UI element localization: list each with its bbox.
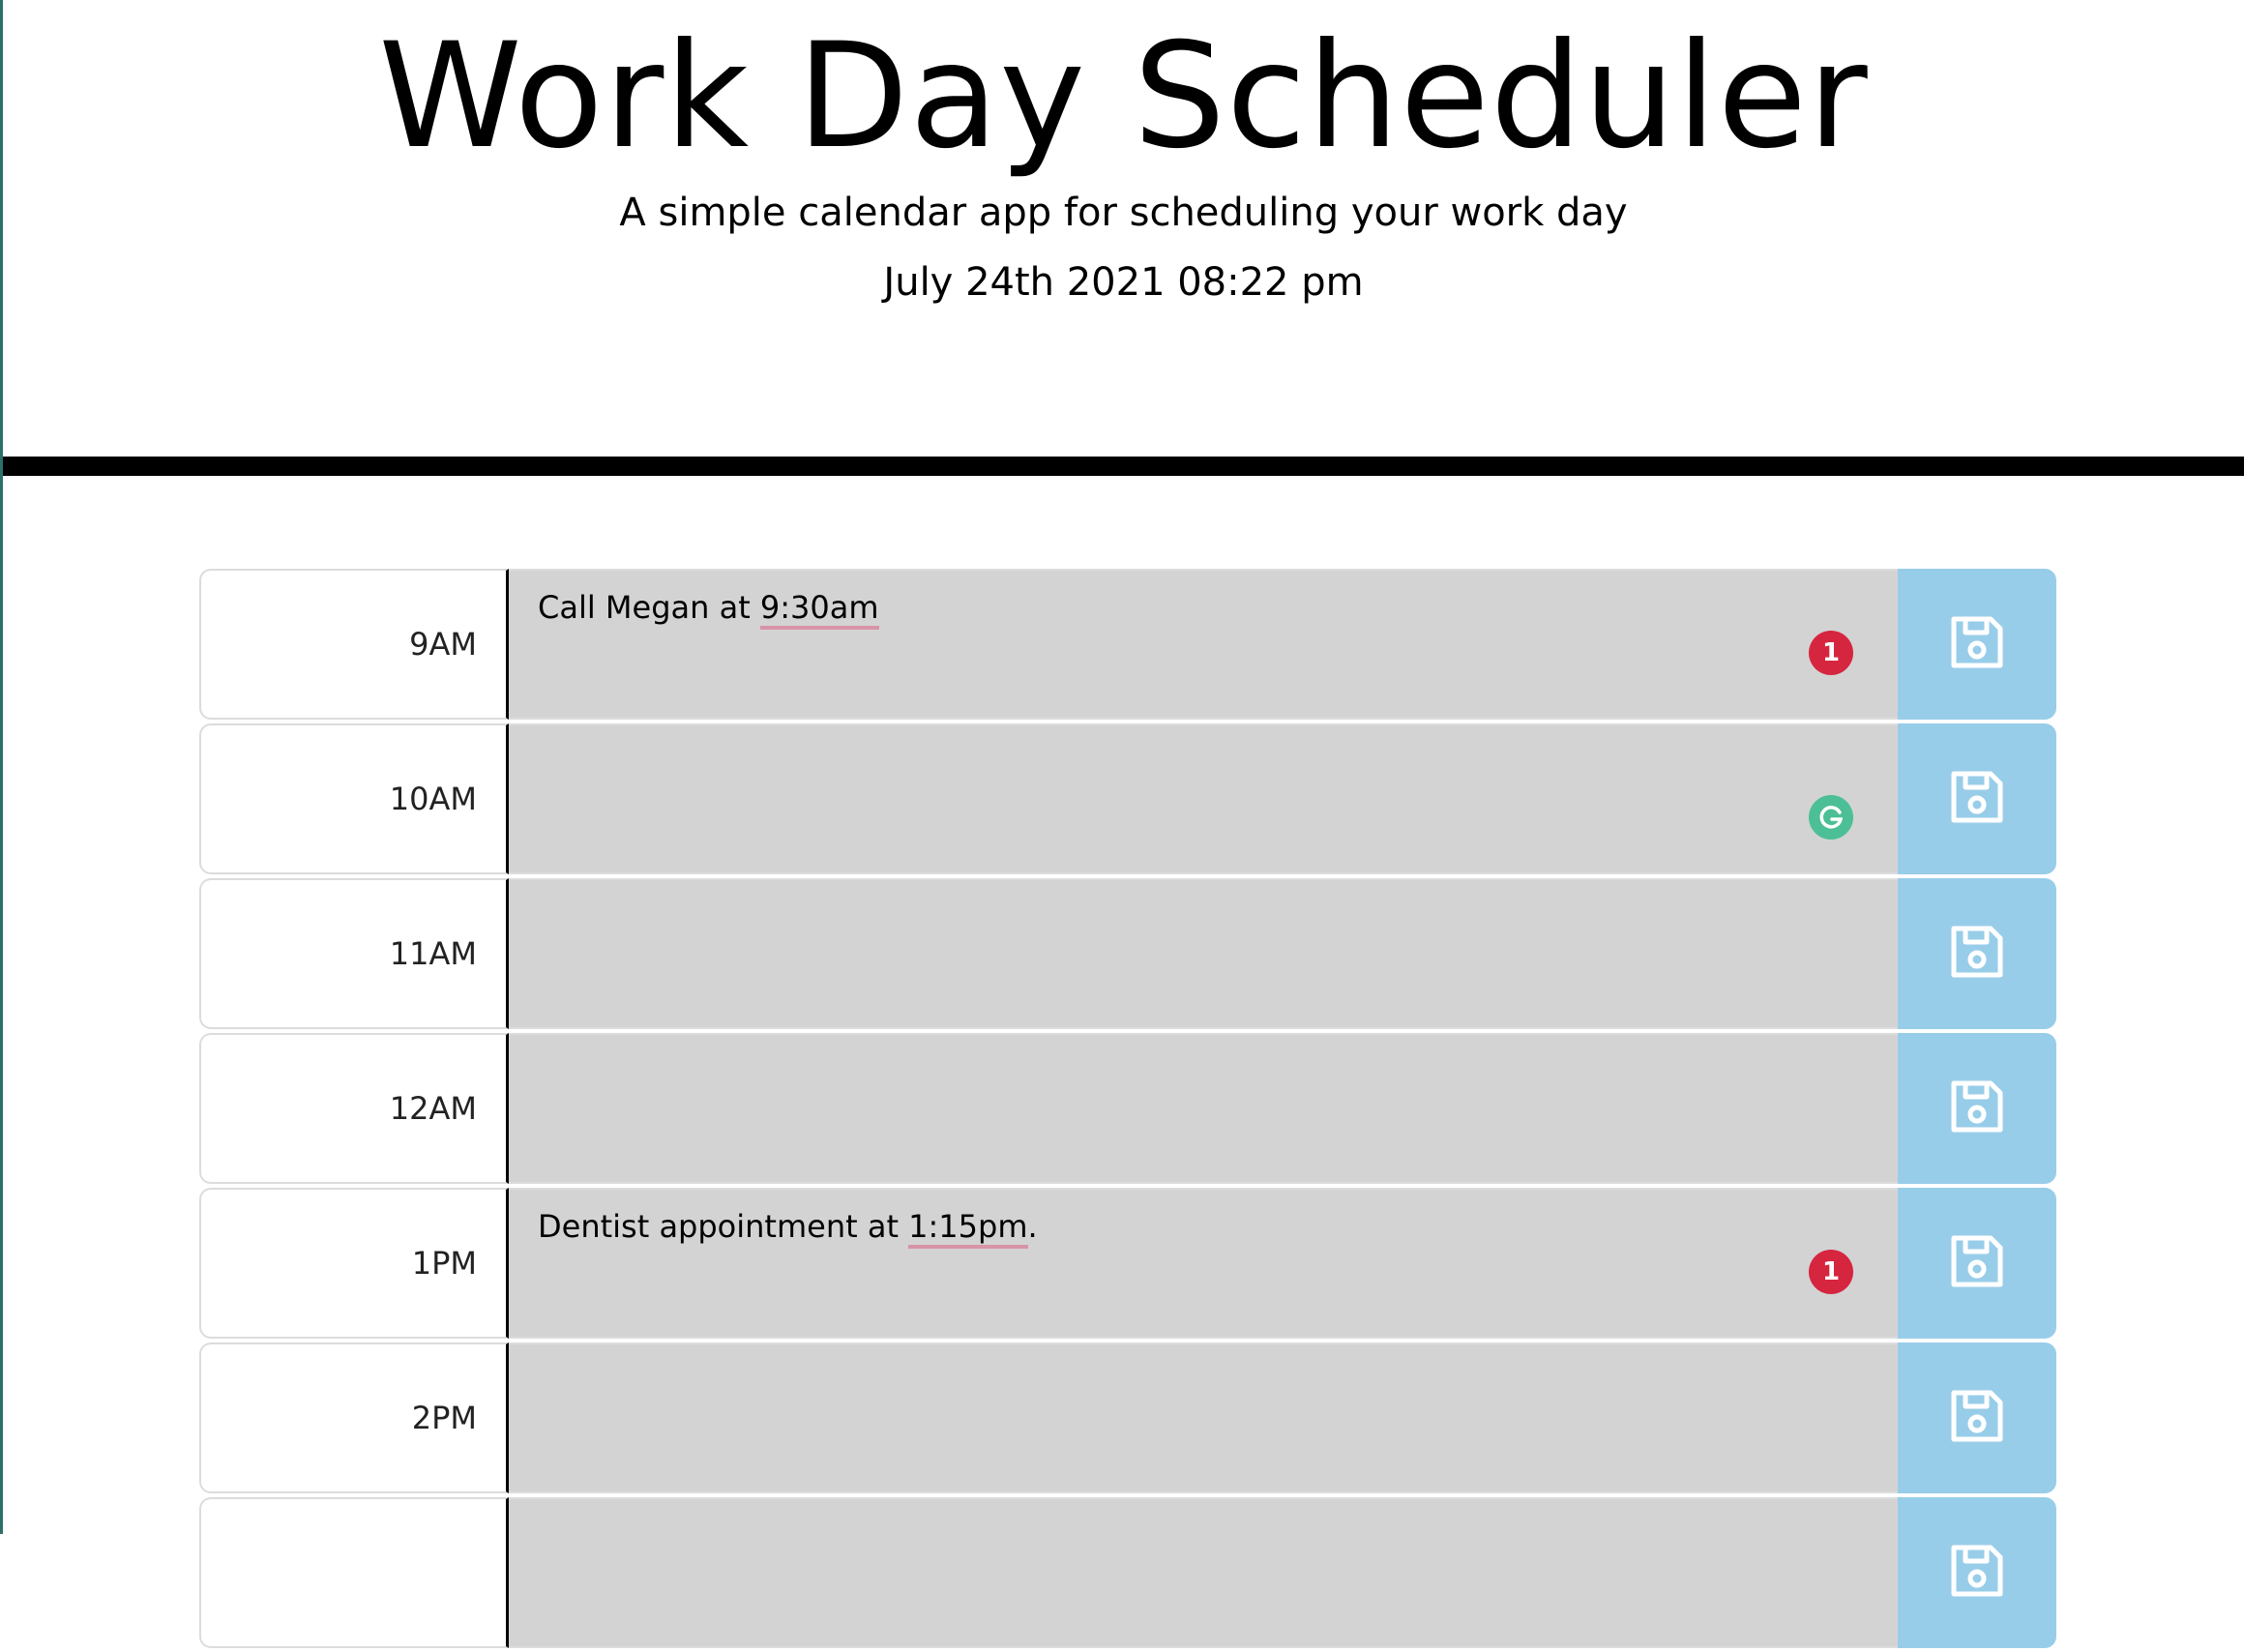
event-text-start: Dentist appointment at <box>538 1208 909 1245</box>
hour-label <box>199 1497 509 1648</box>
event-text: Dentist appointment at 1:15pm. <box>538 1205 1869 1249</box>
grammar-error-badge[interactable]: 1 <box>1809 1250 1853 1294</box>
floppy-disk-icon <box>1946 1076 2008 1141</box>
save-button[interactable] <box>1898 1497 2056 1648</box>
hour-label: 12AM <box>199 1033 509 1184</box>
page-subtitle: A simple calendar app for scheduling you… <box>619 191 1628 235</box>
floppy-disk-icon <box>1946 1230 2008 1296</box>
event-description-textarea[interactable] <box>509 1033 1898 1184</box>
event-text-flagged: 1:15pm <box>908 1208 1028 1249</box>
save-button[interactable] <box>1898 1188 2056 1339</box>
header-divider <box>3 457 2244 476</box>
event-description-textarea[interactable]: Call Megan at 9:30am 1 <box>509 569 1898 720</box>
time-block-row: 11AM <box>199 878 2056 1033</box>
save-button[interactable] <box>1898 1033 2056 1184</box>
save-button[interactable] <box>1898 569 2056 720</box>
hour-label: 11AM <box>199 878 509 1029</box>
grammarly-icon[interactable] <box>1809 795 1853 840</box>
floppy-disk-icon <box>1946 766 2008 832</box>
time-block-row: 10AM <box>199 723 2056 878</box>
time-block-row: 2PM <box>199 1342 2056 1497</box>
event-text-start: Call Megan at <box>538 589 760 626</box>
save-button[interactable] <box>1898 1342 2056 1493</box>
grammar-error-badge[interactable]: 1 <box>1809 631 1853 675</box>
event-text-flagged: 9:30am <box>759 589 879 630</box>
time-block-row: 12AM <box>199 1033 2056 1188</box>
page-title: Work Day Scheduler <box>378 13 1869 181</box>
event-description-textarea[interactable] <box>509 1342 1898 1493</box>
hour-label: 10AM <box>199 723 509 874</box>
event-description-textarea[interactable] <box>509 878 1898 1029</box>
save-button[interactable] <box>1898 878 2056 1029</box>
hour-label: 1PM <box>199 1188 509 1339</box>
time-block-row <box>199 1497 2056 1652</box>
hour-label: 2PM <box>199 1342 509 1493</box>
floppy-disk-icon <box>1946 1540 2008 1606</box>
event-description-textarea[interactable]: Dentist appointment at 1:15pm. 1 <box>509 1188 1898 1339</box>
event-text: Call Megan at 9:30am <box>538 586 1869 630</box>
floppy-disk-icon <box>1946 1385 2008 1451</box>
schedule-container: 9AM Call Megan at 9:30am 1 10AM 11AM 12AM 1PM D… <box>199 569 2056 1652</box>
time-block-row: 9AM Call Megan at 9:30am 1 <box>199 569 2056 723</box>
event-description-textarea[interactable] <box>509 723 1898 874</box>
jumbotron-header: Work Day Scheduler A simple calendar app… <box>3 0 2244 457</box>
event-description-textarea[interactable] <box>509 1497 1898 1648</box>
save-button[interactable] <box>1898 723 2056 874</box>
floppy-disk-icon <box>1946 611 2008 677</box>
time-block-row: 1PM Dentist appointment at 1:15pm. 1 <box>199 1188 2056 1342</box>
floppy-disk-icon <box>1946 921 2008 987</box>
event-text-end: . <box>1027 1208 1038 1245</box>
current-datetime: July 24th 2021 08:22 pm <box>883 260 1364 305</box>
hour-label: 9AM <box>199 569 509 720</box>
